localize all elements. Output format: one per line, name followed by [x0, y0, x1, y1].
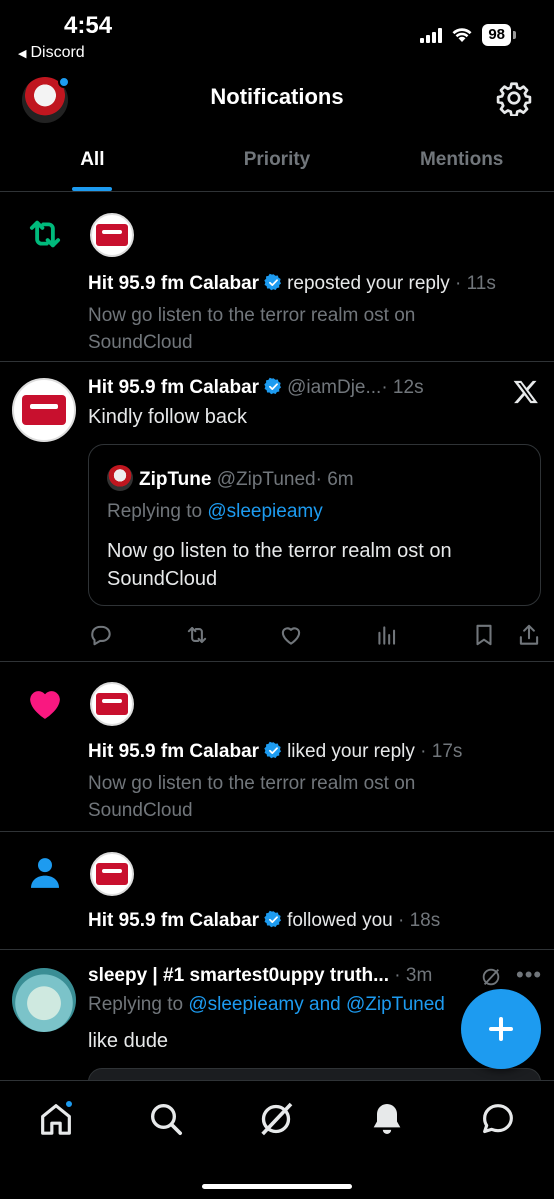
user-name[interactable]: Hit 95.9 fm Calabar: [88, 273, 259, 294]
user-name[interactable]: Hit 95.9 fm Calabar: [88, 377, 259, 398]
battery-level: 98: [482, 24, 511, 46]
top-header: Notifications: [0, 72, 554, 126]
media-preview[interactable]: [88, 1068, 541, 1080]
unread-dot: [64, 1099, 74, 1109]
station-logo-avatar[interactable]: [90, 213, 134, 257]
chat-bubble-icon: [483, 1104, 513, 1134]
grok-icon[interactable]: [480, 966, 502, 988]
notification-action: reposted your reply: [287, 273, 450, 294]
notification-time: · 18s: [397, 910, 441, 931]
user-name[interactable]: Hit 95.9 fm Calabar: [88, 741, 259, 762]
tab-mentions[interactable]: Mentions: [369, 130, 554, 191]
station-logo-avatar[interactable]: [12, 378, 76, 442]
user-handle[interactable]: @iamDje...: [287, 377, 381, 398]
tweet-action-bar: [88, 622, 542, 650]
status-indicators: 98: [420, 24, 516, 46]
notification-reply-tweet[interactable]: Hit 95.9 fm Calabar @iamDje...· 12s Kindl…: [0, 362, 554, 662]
notification-action: followed you: [287, 910, 393, 931]
status-time: 4:54: [64, 12, 113, 39]
verified-badge-icon: [264, 273, 282, 291]
more-options-icon[interactable]: •••: [516, 962, 542, 988]
grok-icon: [261, 1102, 293, 1136]
bookmark-icon[interactable]: [471, 622, 497, 648]
notification-snippet: Now go listen to the terror realm ost on…: [88, 305, 416, 353]
user-name[interactable]: Hit 95.9 fm Calabar: [88, 910, 259, 931]
notification-action: liked your reply: [287, 741, 415, 762]
quote-handle: @ZipTuned: [216, 469, 316, 490]
quote-time: · 6m: [315, 469, 354, 490]
cellular-signal-icon: [420, 27, 443, 43]
station-logo-avatar[interactable]: [90, 682, 134, 726]
nav-notifications[interactable]: [367, 1099, 407, 1139]
tweet-time: · 12s: [381, 377, 424, 398]
heart-icon: [30, 691, 60, 719]
battery-indicator: 98: [482, 24, 516, 46]
tab-all[interactable]: All: [0, 130, 185, 191]
person-icon: [31, 858, 59, 888]
repost-icon: [29, 220, 61, 248]
home-indicator: [202, 1184, 352, 1189]
bottom-navigation: [0, 1080, 554, 1199]
notification-repost[interactable]: Hit 95.9 fm Calabar reposted your reply ·…: [0, 193, 554, 362]
share-icon[interactable]: [516, 622, 542, 648]
quoted-tweet-card[interactable]: ZipTune @ZipTuned· 6m Replying to @sleep…: [88, 444, 541, 606]
tweet-text: Kindly follow back: [88, 406, 247, 428]
replying-handle-link[interactable]: @sleepieamy: [207, 501, 322, 522]
verified-badge-icon: [264, 910, 282, 928]
compose-post-button[interactable]: [461, 989, 541, 1069]
notification-headline: Hit 95.9 fm Calabar followed you · 18s: [88, 910, 440, 932]
notification-like[interactable]: Hit 95.9 fm Calabar liked your reply · 17…: [0, 662, 554, 832]
notification-follow[interactable]: Hit 95.9 fm Calabar followed you · 18s: [0, 832, 554, 950]
page-title: Notifications: [210, 84, 344, 109]
verified-badge-icon: [264, 741, 282, 759]
station-logo-avatar[interactable]: [90, 852, 134, 896]
x-logo-icon: [513, 380, 538, 404]
notification-snippet: Now go listen to the terror realm ost on…: [88, 773, 416, 821]
search-icon: [151, 1104, 183, 1135]
notification-tabs: All Priority Mentions: [0, 130, 554, 192]
bell-icon: [373, 1104, 401, 1134]
tweet-time: · 3m: [394, 965, 433, 986]
back-to-app-link[interactable]: ◀ Discord: [18, 44, 85, 62]
tweet-text: like dude: [88, 1030, 169, 1052]
notification-headline: Hit 95.9 fm Calabar reposted your reply ·…: [88, 273, 496, 295]
quote-avatar: [107, 465, 133, 491]
replying-label: Replying to: [88, 994, 184, 1015]
quote-header: ZipTune @ZipTuned· 6m: [107, 465, 354, 491]
tweet-header: sleepy | #1 smartest0uppy truth... · 3m: [88, 965, 432, 987]
notification-time: · 11s: [455, 273, 496, 294]
reply-icon[interactable]: [88, 622, 114, 648]
nav-grok[interactable]: [256, 1099, 296, 1139]
nav-home[interactable]: [36, 1099, 76, 1139]
quote-user-name: ZipTune: [139, 469, 212, 490]
nav-search[interactable]: [146, 1099, 186, 1139]
replying-to: Replying to @sleepieamy and @ZipTuned: [88, 994, 445, 1016]
verified-badge-icon: [264, 377, 282, 395]
notification-time: · 17s: [420, 741, 463, 762]
quote-replying-to: Replying to @sleepieamy: [107, 501, 323, 523]
user-avatar[interactable]: [12, 968, 76, 1032]
tweet-header: Hit 95.9 fm Calabar @iamDje...· 12s: [88, 377, 424, 399]
user-name[interactable]: sleepy | #1 smartest0uppy truth...: [88, 965, 389, 986]
replying-label: Replying to: [107, 501, 203, 522]
back-arrow-icon: ◀: [18, 48, 27, 60]
tab-priority[interactable]: Priority: [185, 130, 370, 191]
quote-text: Now go listen to the terror realm ost on…: [107, 540, 452, 590]
notification-headline: Hit 95.9 fm Calabar liked your reply · 17…: [88, 741, 462, 763]
back-app-label: Discord: [30, 44, 85, 61]
views-icon[interactable]: [374, 622, 400, 648]
status-bar: 4:54 ◀ Discord 98: [0, 0, 554, 70]
retweet-icon[interactable]: [184, 622, 210, 648]
settings-gear-icon[interactable]: [496, 80, 532, 116]
like-icon[interactable]: [278, 622, 304, 648]
wifi-icon: [452, 28, 472, 42]
replying-handle-link[interactable]: @sleepieamy and @ZipTuned: [188, 994, 445, 1015]
nav-messages[interactable]: [478, 1099, 518, 1139]
